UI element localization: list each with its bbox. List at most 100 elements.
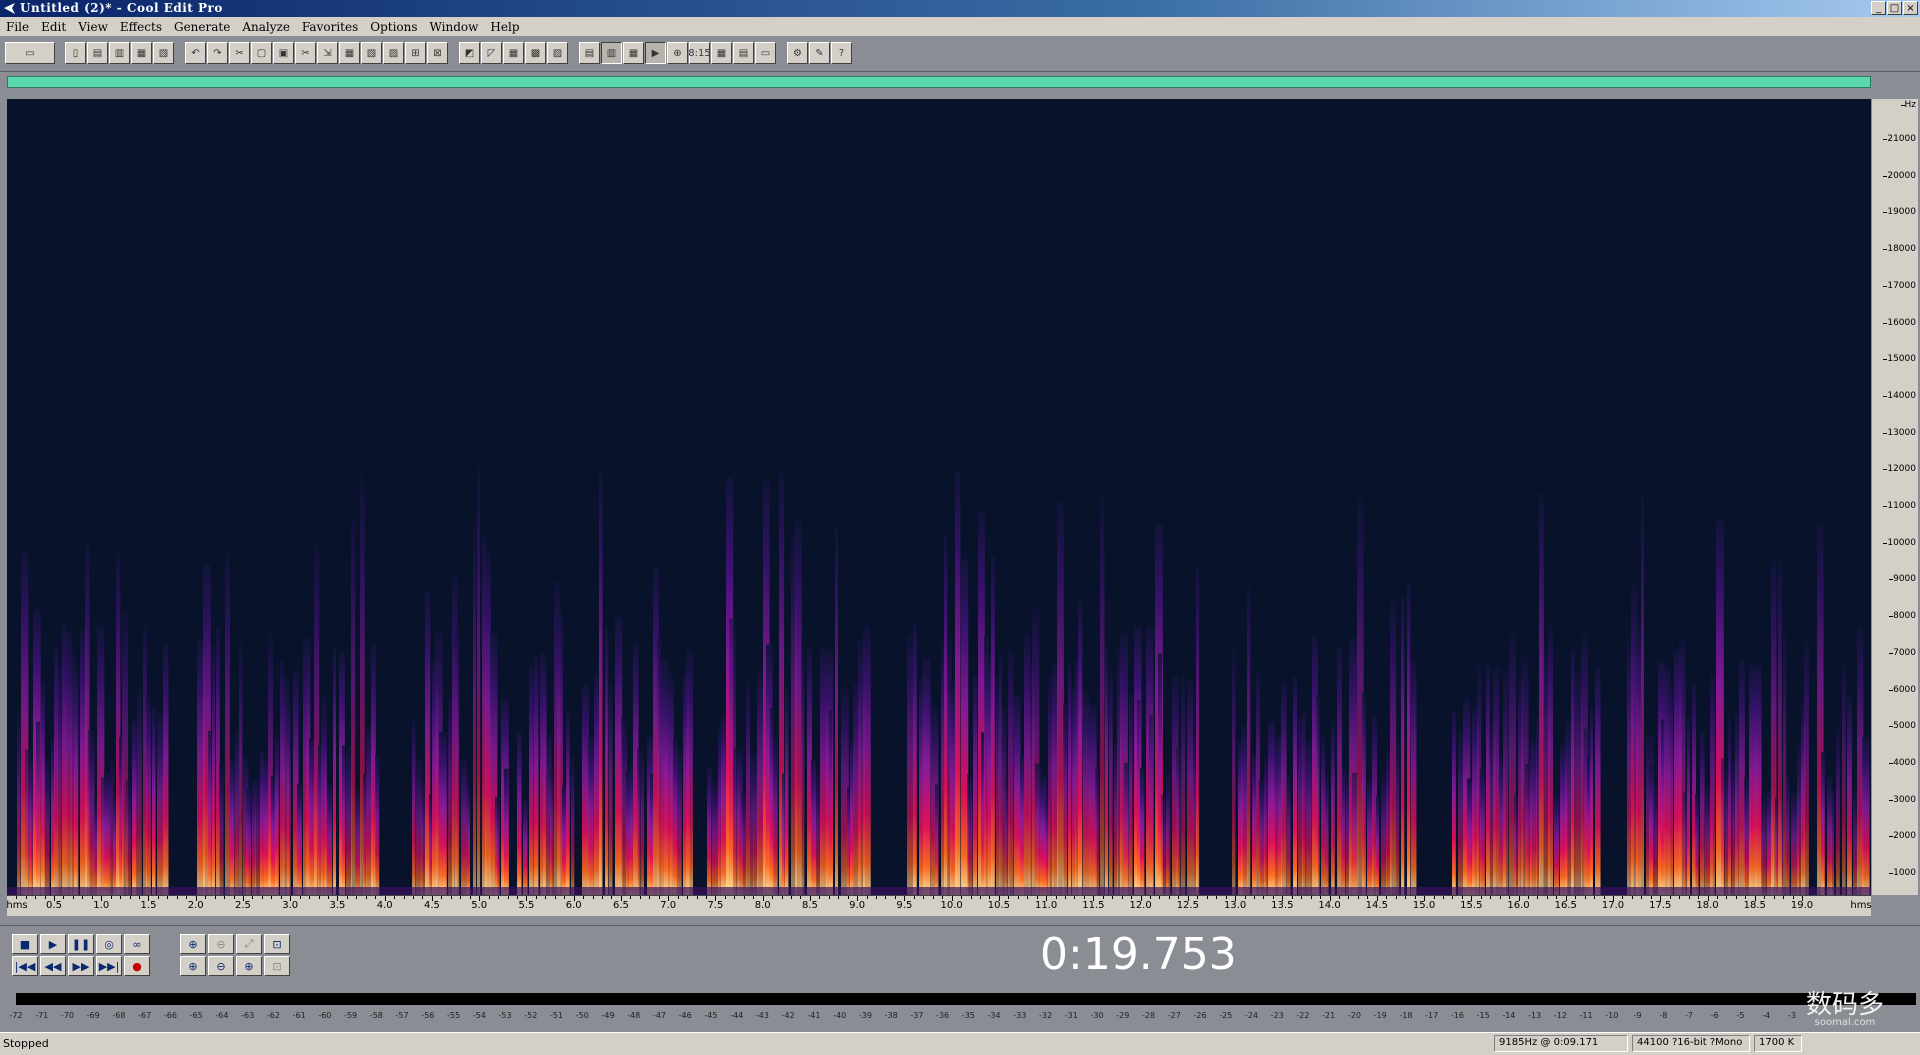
time-tick-mark (252, 896, 254, 899)
zoom-view-icon[interactable]: ⊕ (667, 42, 688, 64)
cut-icon[interactable]: ✂ (295, 42, 316, 64)
go-to-end-button[interactable]: ▶▶| (96, 956, 122, 976)
play-button[interactable]: ▶ (40, 934, 66, 954)
trim-icon[interactable]: ⊞ (405, 42, 426, 64)
zoom-full-button[interactable]: ⤢ (236, 934, 262, 954)
fast-forward-button[interactable]: ▶▶ (68, 956, 94, 976)
repeat-icon[interactable]: ✂ (229, 42, 250, 64)
rewind-button[interactable]: ◀◀ (40, 956, 66, 976)
time-tick-mark (422, 896, 424, 899)
spectral-energy-column (1241, 726, 1248, 895)
clipboard-1-icon[interactable]: ▧ (361, 42, 382, 64)
waveform-view-icon[interactable]: ▤ (579, 42, 600, 64)
stop-button[interactable]: ■ (12, 934, 38, 954)
save-all-icon[interactable]: ▦ (131, 42, 152, 64)
normalize-icon[interactable]: ▦ (503, 42, 524, 64)
spectral-energy-column (1362, 692, 1366, 895)
time-icon[interactable]: 8:15 (688, 42, 711, 64)
zoom-out-horizontal-button[interactable]: ⊖ (208, 934, 234, 954)
time-tick-mark (1764, 896, 1766, 899)
time-tick-mark (1603, 896, 1605, 899)
zoom-in-horizontal-button[interactable]: ⊕ (180, 934, 206, 954)
script-icon[interactable]: ✎ (809, 42, 830, 64)
time-tick-mark (1575, 896, 1577, 899)
zoom-selection-button[interactable]: ⊕ (236, 956, 262, 976)
menu-options[interactable]: Options (364, 20, 423, 34)
meter-tick-label: -65 (189, 1011, 203, 1020)
find-beats-icon[interactable]: ⊠ (427, 42, 448, 64)
spectral-energy-column (1411, 660, 1417, 895)
zoom-out-vertical-button[interactable]: ⊡ (264, 956, 290, 976)
close-icon[interactable]: ▧ (153, 42, 174, 64)
spectral-energy-column (1853, 791, 1858, 895)
amplify-icon[interactable]: ◩ (459, 42, 480, 64)
time-tick-mark (1783, 896, 1785, 899)
spectral-energy-column (342, 745, 346, 895)
copy-icon[interactable]: ▣ (273, 42, 294, 64)
zoom-to-right-button[interactable]: ⊖ (208, 956, 234, 976)
record-button[interactable]: ● (124, 956, 150, 976)
menu-view[interactable]: View (72, 20, 114, 34)
redo-icon[interactable]: ↷ (207, 42, 228, 64)
spectral-energy-column (1109, 665, 1113, 895)
help-icon[interactable]: ? (831, 42, 852, 64)
waveform-multitrack-toggle-icon[interactable]: ▭ (5, 42, 55, 64)
maximize-button[interactable]: □ (1887, 1, 1902, 15)
minimize-button[interactable]: _ (1871, 1, 1886, 15)
spectral-energy-column (1641, 493, 1645, 895)
paste-icon[interactable]: ▦ (339, 42, 360, 64)
marker-icon[interactable]: ▭ (755, 42, 776, 64)
play-view-icon[interactable]: ▶ (645, 42, 666, 64)
zoom-in-vertical-button[interactable]: ⊡ (264, 934, 290, 954)
clipboard-2-icon[interactable]: ▨ (383, 42, 404, 64)
spectral-energy-column (517, 731, 522, 895)
meter-tick-label: -6 (1710, 1011, 1719, 1020)
spectral-energy-column (955, 471, 961, 895)
spectral-view-icon[interactable]: ▥ (601, 42, 622, 64)
open-file-icon[interactable]: ▤ (87, 42, 108, 64)
menu-help[interactable]: Help (484, 20, 525, 34)
loop-button[interactable]: ∞ (124, 934, 150, 954)
time-tick-mark (157, 896, 159, 899)
envelope-icon[interactable]: ◸ (481, 42, 502, 64)
time-tick-label: 2.0 (187, 900, 204, 911)
time-ruler[interactable]: hms hms 0.5 1.0 1.5 2.0 2.5 3.0 3.5 4.0 4.5 5.0 5.… (6, 895, 1872, 916)
menu-effects[interactable]: Effects (114, 20, 168, 34)
spectral-view[interactable] (7, 99, 1871, 895)
time-tick-mark (1537, 896, 1539, 899)
undo-icon[interactable]: ↶ (185, 42, 206, 64)
time-tick-mark (970, 896, 972, 899)
copy-new-icon[interactable]: ▢ (251, 42, 272, 64)
time-tick-mark (1471, 896, 1473, 901)
mix-paste-icon[interactable]: ⇲ (317, 42, 338, 64)
play-to-end-button[interactable]: ◎ (96, 934, 122, 954)
close-window-button[interactable]: × (1903, 1, 1918, 15)
level-meter-bar (16, 993, 1916, 1005)
time-tick-mark (1518, 896, 1520, 901)
frequency-tick-label: 9000 (1889, 574, 1916, 585)
graphic-eq-icon[interactable]: ▨ (547, 42, 568, 64)
menu-window[interactable]: Window (424, 20, 485, 34)
spectral-pan-icon[interactable]: ▦ (623, 42, 644, 64)
save-icon[interactable]: ▥ (109, 42, 130, 64)
time-tick-mark (1594, 896, 1596, 899)
menu-favorites[interactable]: Favorites (296, 20, 364, 34)
waveform-overview-bar[interactable] (7, 76, 1871, 88)
noise-reduction-icon[interactable]: ▩ (525, 42, 546, 64)
menu-file[interactable]: File (0, 20, 35, 34)
spectral-energy-column (1020, 755, 1025, 895)
spectral-energy-column (523, 799, 528, 895)
status-size: 1700 K (1754, 1035, 1802, 1052)
pause-button[interactable]: ❚❚ (68, 934, 94, 954)
settings-icon[interactable]: ⚙ (787, 42, 808, 64)
go-to-start-button[interactable]: |◀◀ (12, 956, 38, 976)
zoom-to-left-button[interactable]: ⊕ (180, 956, 206, 976)
new-file-icon[interactable]: ▯ (65, 42, 86, 64)
menu-edit[interactable]: Edit (35, 20, 72, 34)
spectral-energy-column (599, 468, 603, 895)
cue-list-icon[interactable]: ▦ (711, 42, 732, 64)
meter-tick-label: -45 (704, 1011, 718, 1020)
menu-analyze[interactable]: Analyze (236, 20, 296, 34)
menu-generate[interactable]: Generate (168, 20, 236, 34)
bar-meter-icon[interactable]: ▤ (733, 42, 754, 64)
